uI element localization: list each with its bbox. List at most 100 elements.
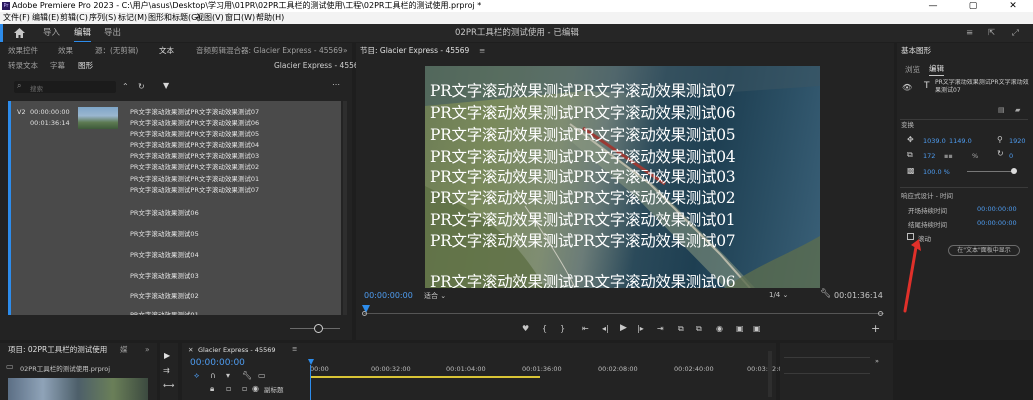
- minimize-button[interactable]: —: [913, 0, 953, 12]
- resolution-dropdown[interactable]: 1/4 ⌄: [769, 291, 788, 299]
- menu-view[interactable]: 视图(V): [196, 12, 224, 24]
- panel-overflow-icon[interactable]: »: [145, 343, 150, 357]
- export-frame-icon[interactable]: ◉: [716, 324, 723, 333]
- layer-name[interactable]: PR文字滚动效果测试PR文字滚动效果测试07: [935, 79, 1031, 95]
- outro-duration-value[interactable]: 00:00:00:00: [977, 219, 1017, 227]
- list-item[interactable]: PR文字滚动效果测试PR文字滚动效果测试04: [130, 139, 259, 149]
- time-ruler[interactable]: 00:00 00:00:32:00 00:01:04:00 00:01:36:0…: [310, 357, 787, 378]
- tab-text[interactable]: 文本: [159, 44, 174, 58]
- tab-effect-controls[interactable]: 效果控件: [8, 44, 38, 58]
- ripple-edit-tool-icon[interactable]: ⟷: [163, 381, 174, 390]
- add-marker-icon[interactable]: ▾: [226, 371, 230, 380]
- workspace-menu-icon[interactable]: ≡: [966, 24, 973, 42]
- position-y[interactable]: 1149.0: [949, 137, 972, 145]
- add-button-icon[interactable]: +: [871, 322, 880, 335]
- go-to-in-icon[interactable]: ⇤: [582, 324, 589, 333]
- tab-effects[interactable]: 效果: [58, 44, 73, 58]
- list-item[interactable]: PR文字滚动效果测试PR文字滚动效果测试02: [130, 161, 259, 171]
- menu-sequence[interactable]: 序列(S): [89, 12, 116, 24]
- list-item[interactable]: PR文字滚动效果测试PR文字滚动效果测试06: [130, 117, 259, 127]
- menu-file[interactable]: 文件(F): [3, 12, 30, 24]
- scrub-start-handle[interactable]: [362, 311, 367, 316]
- compare-view-icon[interactable]: ▣: [736, 324, 744, 333]
- menu-clip[interactable]: 剪辑(C): [60, 12, 88, 24]
- media-thumbnails[interactable]: [8, 378, 148, 400]
- menu-help[interactable]: 帮助(H): [256, 12, 284, 24]
- folder-icon[interactable]: ▰: [1015, 106, 1020, 114]
- new-layer-icon[interactable]: ▤: [998, 106, 1005, 114]
- eye-icon[interactable]: ◉: [252, 384, 259, 393]
- tab-browse[interactable]: 浏览: [905, 63, 920, 77]
- tab-audio-mixer[interactable]: 音频剪辑混合器: Glacier Express - 45569: [196, 44, 343, 58]
- scrub-bar[interactable]: [364, 313, 884, 314]
- snap-icon[interactable]: ⟡: [194, 371, 199, 381]
- timeline-scrollbar[interactable]: [768, 351, 772, 397]
- wrench-icon[interactable]: 🔧︎: [820, 289, 831, 299]
- extract-icon[interactable]: ⧉: [696, 324, 702, 334]
- menu-window[interactable]: 窗口(W): [225, 12, 255, 24]
- program-current-time[interactable]: 00:00:00:00: [364, 291, 413, 300]
- mark-out-icon[interactable]: }: [560, 324, 565, 333]
- panel-overflow-icon[interactable]: »: [875, 357, 879, 365]
- scrub-end-handle[interactable]: [878, 311, 883, 316]
- add-marker-icon[interactable]: ♥︎: [522, 324, 529, 333]
- timeline-timecode[interactable]: 00:00:00:00: [190, 358, 245, 368]
- timeline-wrench-icon[interactable]: 🔧︎: [242, 371, 252, 380]
- subtab-captions[interactable]: 字幕: [50, 59, 65, 73]
- list-item[interactable]: PR文字滚动效果测试06: [130, 207, 199, 217]
- go-to-out-icon[interactable]: ⇥: [657, 324, 664, 333]
- selection-tool-icon[interactable]: ▶: [164, 351, 170, 360]
- mark-in-icon[interactable]: {: [542, 324, 547, 333]
- menu-edit[interactable]: 编辑(E): [32, 12, 59, 24]
- fullscreen-icon[interactable]: ⤢: [1012, 24, 1019, 42]
- list-item[interactable]: PR文字滚动效果测试01: [130, 309, 199, 315]
- scrollbar[interactable]: [343, 101, 347, 315]
- list-item[interactable]: PR文字滚动效果测试PR文字滚动效果测试07: [130, 106, 259, 116]
- linked-selection-icon[interactable]: ∩: [210, 371, 216, 380]
- position-x[interactable]: 1039.0: [923, 137, 946, 145]
- rotation-value[interactable]: 0: [1009, 152, 1013, 160]
- list-item[interactable]: PR文字滚动效果测试PR文字滚动效果测试01: [130, 173, 259, 183]
- anchor-value[interactable]: 1920: [1009, 137, 1026, 145]
- panel-overflow-icon[interactable]: »: [343, 44, 348, 58]
- more-options-icon[interactable]: ⋯: [332, 80, 340, 89]
- play-icon[interactable]: ▶: [620, 323, 627, 333]
- menu-marker[interactable]: 标记(M): [118, 12, 147, 24]
- opacity-slider[interactable]: [967, 171, 1015, 172]
- subtab-graphics[interactable]: 图形: [78, 59, 93, 73]
- zoom-slider-handle[interactable]: [314, 324, 323, 333]
- sync-icon[interactable]: ▫: [226, 384, 231, 393]
- fit-dropdown[interactable]: 适合 ⌄: [424, 291, 446, 301]
- share-icon[interactable]: ⇱: [988, 24, 995, 42]
- list-item[interactable]: PR文字滚动效果测试PR文字滚动效果测试05: [130, 128, 259, 138]
- tab-source[interactable]: 源：(无剪辑): [95, 44, 138, 58]
- list-item[interactable]: PR文字滚动效果测试PR文字滚动效果测试07: [130, 184, 259, 194]
- list-item[interactable]: PR文字滚动效果测试PR文字滚动效果测试03: [130, 150, 259, 160]
- opacity-slider-handle[interactable]: [1011, 168, 1017, 174]
- track-select-tool-icon[interactable]: ⇉: [163, 366, 170, 375]
- step-back-icon[interactable]: ◂|: [602, 324, 609, 333]
- menu-graphics[interactable]: 图形和标题(G): [148, 12, 200, 24]
- toggle-proxies-icon[interactable]: ▣: [753, 324, 761, 333]
- lift-icon[interactable]: ⧉: [678, 324, 684, 334]
- list-item[interactable]: PR文字滚动效果测试04: [130, 249, 199, 259]
- list-item[interactable]: PR文字滚动效果测试02: [130, 290, 199, 300]
- close-button[interactable]: ✕: [993, 0, 1033, 12]
- track-output-icon[interactable]: ▫: [242, 384, 247, 393]
- list-item[interactable]: PR文字滚动效果测试05: [130, 228, 199, 238]
- refresh-icon[interactable]: ↻: [138, 82, 145, 91]
- show-in-text-panel-button[interactable]: 在"文本"面板中显示: [948, 245, 1020, 256]
- lock-icon[interactable]: 🔒︎: [210, 384, 214, 394]
- tab-project[interactable]: 项目: 02PR工具栏的测试使用: [8, 343, 107, 357]
- menu-icon[interactable]: ≡: [479, 44, 485, 58]
- home-icon[interactable]: [14, 28, 25, 38]
- subtab-transcript[interactable]: 转录文本: [8, 59, 38, 73]
- work-area-bar[interactable]: [310, 376, 540, 378]
- menu-icon[interactable]: ≡: [292, 345, 297, 353]
- workspace-tab-edit[interactable]: 编辑: [74, 24, 92, 42]
- visibility-eye-icon[interactable]: 👁︎: [902, 83, 912, 92]
- list-item[interactable]: PR文字滚动效果测试03: [130, 270, 199, 280]
- workspace-tab-export[interactable]: 导出: [104, 24, 121, 42]
- chevron-up-icon[interactable]: ⌃: [122, 82, 129, 91]
- search-input[interactable]: ⌕ 搜索: [14, 81, 116, 93]
